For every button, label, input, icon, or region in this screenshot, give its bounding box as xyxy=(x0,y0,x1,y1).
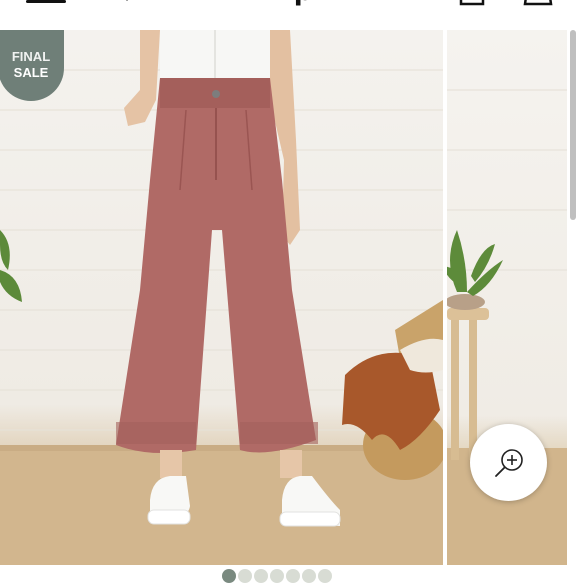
badge-line-2: SALE xyxy=(13,65,49,80)
zoom-in-icon xyxy=(494,448,523,477)
gallery-dot[interactable] xyxy=(318,569,332,583)
gallery-dot[interactable] xyxy=(222,569,236,583)
top-navigation-bar: p xyxy=(0,0,580,30)
zoom-button[interactable] xyxy=(470,424,547,501)
badge-line-1: FINAL xyxy=(11,49,51,64)
product-photo-main[interactable]: FINAL SALE xyxy=(0,30,443,565)
gallery-dot[interactable] xyxy=(254,569,268,583)
brand-logo[interactable]: p xyxy=(244,0,364,6)
search-icon[interactable] xyxy=(116,0,140,6)
account-icon[interactable] xyxy=(459,0,485,6)
gallery-dot[interactable] xyxy=(286,569,300,583)
product-image-gallery[interactable]: FINAL SALE xyxy=(0,30,580,565)
gallery-dot[interactable] xyxy=(238,569,252,583)
page-scrollbar[interactable] xyxy=(570,30,576,220)
shopping-bag-icon[interactable] xyxy=(523,0,553,6)
gallery-dot[interactable] xyxy=(270,569,284,583)
final-sale-badge: FINAL SALE xyxy=(0,30,64,101)
gallery-dot[interactable] xyxy=(302,569,316,583)
hamburger-menu-icon[interactable] xyxy=(26,0,66,4)
gallery-pagination-dots xyxy=(222,569,332,583)
